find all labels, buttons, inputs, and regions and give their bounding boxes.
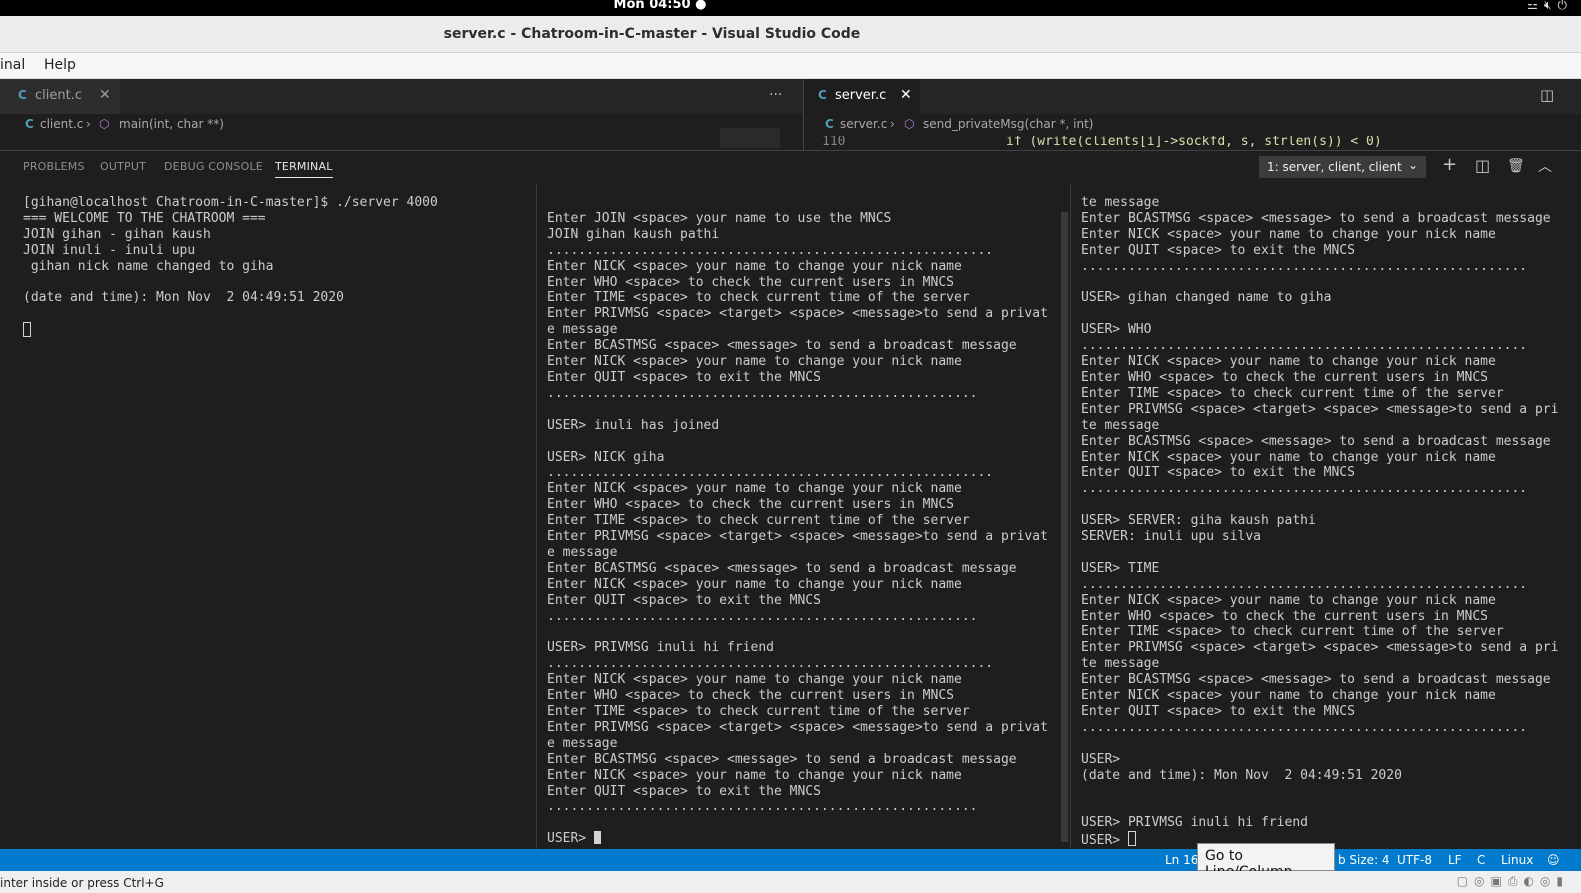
os-bottom-bar: inter inside or press Ctrl+G ▢◎▣⎙◐◎▮ [0, 871, 1581, 893]
code-line-clipped [0, 136, 803, 150]
system-clock[interactable]: Mon 04:50 ● [0, 0, 1320, 12]
tab-problems[interactable]: PROBLEMS [23, 160, 85, 173]
c-file-icon: C [18, 88, 27, 102]
line-number: 110 [822, 136, 846, 149]
status-language[interactable]: C [1477, 853, 1485, 867]
tab-terminal[interactable]: TERMINAL [275, 160, 333, 178]
terminal-output: Enter JOIN <space> your name to use the … [547, 210, 1048, 847]
method-icon: ⬡ [99, 117, 110, 131]
status-eol[interactable]: LF [1448, 853, 1462, 867]
chevron-right-icon: › [86, 117, 91, 131]
new-terminal-icon[interactable]: + [1442, 154, 1457, 175]
tab-label: client.c [35, 88, 82, 103]
tab-debug-console[interactable]: DEBUG CONSOLE [164, 160, 263, 173]
terminal-cursor [593, 831, 601, 845]
breadcrumb-symbol[interactable]: main(int, char **) [119, 117, 224, 131]
c-file-icon: C [818, 88, 827, 102]
method-icon: ⬡ [904, 117, 915, 131]
tab-client-c[interactable]: C client.c ✕ [0, 79, 120, 114]
window-title-bar[interactable]: server.c - Chatroom-in-C-master - Visual… [0, 16, 1581, 53]
breadcrumb: C server.c › ⬡ send_privateMsg(char *, i… [804, 114, 1581, 136]
terminal-cursor [23, 322, 31, 338]
chevron-up-icon[interactable]: ︿ [1538, 156, 1552, 176]
split-terminal-icon[interactable]: ◫ [1475, 156, 1490, 175]
volume-muted-icon[interactable]: 🔇︎ [1544, 0, 1558, 12]
breadcrumb-symbol[interactable]: send_privateMsg(char *, int) [923, 117, 1093, 131]
status-tab-size[interactable]: b Size: 4 [1338, 853, 1390, 867]
close-icon[interactable]: ✕ [99, 87, 111, 103]
feedback-icon[interactable]: ☺ [1547, 853, 1560, 867]
status-os[interactable]: Linux [1501, 853, 1533, 867]
code-text: if (write(clients[i]->sockfd, s, strlen(… [1006, 136, 1382, 149]
terminal-output: [gihan@localhost Chatroom-in-C-master]$ … [23, 195, 438, 306]
more-actions-icon[interactable]: ··· [769, 87, 782, 103]
menu-bar: inal Help [0, 53, 1581, 79]
close-icon[interactable]: ✕ [900, 87, 912, 103]
terminal-server[interactable]: [gihan@localhost Chatroom-in-C-master]$ … [0, 184, 536, 849]
menu-help[interactable]: Help [44, 57, 76, 73]
terminal-client-2[interactable]: te message Enter BCASTMSG <space> <messa… [1071, 184, 1581, 849]
chevron-down-icon: ⌄ [1407, 158, 1418, 172]
breadcrumb: C client.c › ⬡ main(int, char **) [0, 114, 803, 136]
os-hint-text: inter inside or press Ctrl+G [0, 876, 164, 890]
minimap[interactable] [720, 128, 780, 148]
terminal-select-value: 1: server, client, client [1267, 160, 1402, 174]
panel-header: PROBLEMS OUTPUT DEBUG CONSOLE TERMINAL 1… [0, 150, 1581, 185]
system-tray[interactable]: ⚍🔇︎⏻ [1527, 0, 1573, 13]
terminal-output: te message Enter BCASTMSG <space> <messa… [1081, 195, 1559, 849]
c-file-icon: C [825, 117, 834, 131]
status-encoding[interactable]: UTF-8 [1397, 853, 1432, 867]
tab-server-c[interactable]: C server.c ✕ [804, 79, 920, 114]
window-title: server.c - Chatroom-in-C-master - Visual… [443, 26, 861, 42]
chevron-right-icon: › [890, 117, 895, 131]
split-editor-icon[interactable]: ◫ [1540, 86, 1554, 104]
left-editor-tabs: C client.c ✕ ··· [0, 79, 803, 114]
power-icon[interactable]: ⏻ [1558, 0, 1574, 12]
terminal-client-1[interactable]: Enter JOIN <space> your name to use the … [537, 184, 1070, 849]
menu-terminal[interactable]: inal [0, 57, 25, 73]
tooltip: Go to Line/Column [1197, 843, 1335, 880]
network-icon[interactable]: ⚍ [1527, 0, 1544, 12]
breadcrumb-file[interactable]: client.c [40, 117, 83, 131]
terminal-select[interactable]: 1: server, client, client ⌄ [1259, 156, 1426, 178]
os-tray-icons[interactable]: ▢◎▣⎙◐◎▮ [1457, 874, 1569, 889]
tab-output[interactable]: OUTPUT [100, 160, 146, 173]
breadcrumb-file[interactable]: server.c [840, 117, 887, 131]
right-editor-tabs: C server.c ✕ ◫ [804, 79, 1581, 114]
tab-label: server.c [835, 88, 887, 103]
system-top-bar: Mon 04:50 ● ⚍🔇︎⏻ [0, 0, 1581, 16]
code-line[interactable]: 110 if (write(clients[i]->sockfd, s, str… [804, 136, 1581, 150]
status-bar: Ln 161 b Size: 4 UTF-8 LF C Linux ☺ [0, 849, 1581, 871]
terminal-cursor [1127, 831, 1136, 847]
c-file-icon: C [25, 117, 34, 131]
trash-icon[interactable]: 🗑︎ [1507, 158, 1525, 174]
terminal-scrollbar[interactable] [1061, 212, 1068, 842]
